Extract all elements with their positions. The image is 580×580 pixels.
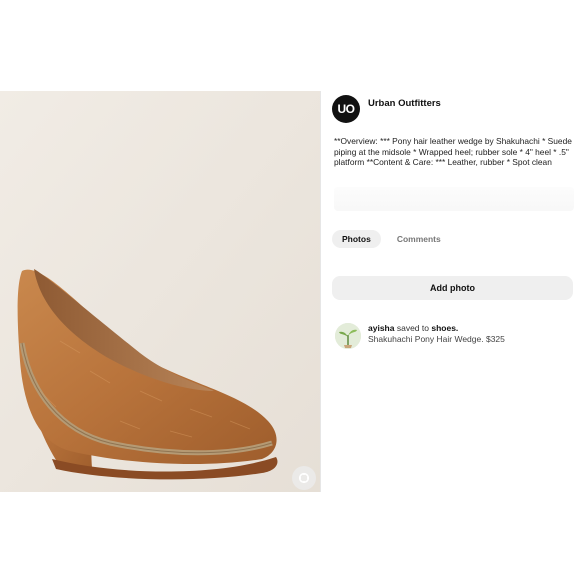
expand-icon: [298, 472, 310, 484]
pane-divider: [320, 91, 321, 492]
shoe-illustration: [0, 91, 320, 492]
brand-avatar[interactable]: UO: [332, 95, 360, 123]
pin-image[interactable]: [0, 91, 320, 492]
tab-bar: Photos Comments: [332, 230, 451, 248]
brand-name[interactable]: Urban Outfitters: [368, 98, 441, 109]
plant-thumbnail-icon: [335, 323, 361, 349]
faded-separator: [334, 187, 574, 211]
pin-title: Shakuhachi Pony Hair Wedge. $325: [368, 334, 505, 344]
board-name[interactable]: shoes.: [431, 323, 458, 333]
saver-avatar[interactable]: [335, 323, 361, 349]
save-action: saved to: [396, 323, 429, 333]
save-activity: ayisha saved to shoes.: [368, 323, 458, 333]
pin-description: **Overview: *** Pony hair leather wedge …: [334, 136, 572, 168]
expand-button[interactable]: [292, 466, 316, 490]
add-photo-button[interactable]: Add photo: [332, 276, 573, 300]
saver-username[interactable]: ayisha: [368, 323, 394, 333]
tab-photos[interactable]: Photos: [332, 230, 381, 248]
tab-comments[interactable]: Comments: [387, 230, 451, 248]
